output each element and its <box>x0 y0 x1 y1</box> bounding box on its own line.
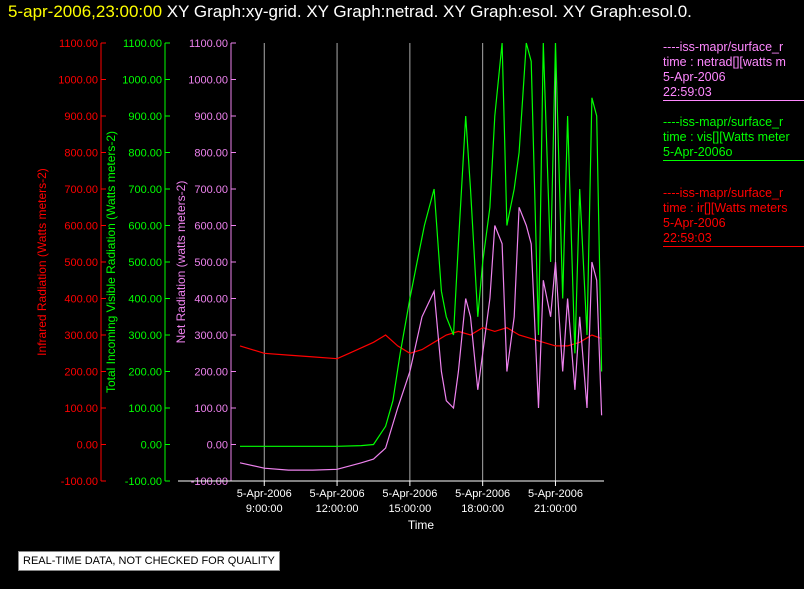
y-tick-label: 600.00 <box>64 221 98 233</box>
y-tick-label: 200.00 <box>128 367 162 379</box>
x-tick-date: 5-Apr-2006 <box>528 488 583 500</box>
y-tick-label: 900.00 <box>128 111 162 123</box>
y-tick-label: 100.00 <box>194 403 228 415</box>
legend-line: 5-Apr-2006o <box>663 145 733 159</box>
y-tick-label: 100.00 <box>128 403 162 415</box>
x-tick-time: 18:00:00 <box>461 503 504 515</box>
y-tick-label: 200.00 <box>194 367 228 379</box>
legend-line: time : ir[][Watts meters <box>663 201 788 215</box>
x-tick-time: 21:00:00 <box>534 503 577 515</box>
y-tick-label: 800.00 <box>64 148 98 160</box>
y-tick-label: 700.00 <box>64 184 98 196</box>
y-tick-label: 900.00 <box>64 111 98 123</box>
series-line-ir <box>239 327 602 360</box>
y-tick-label: 900.00 <box>194 111 228 123</box>
y-tick-label: 400.00 <box>128 294 162 306</box>
y-tick-label: 1100.00 <box>189 38 228 50</box>
legend-line: 5-Apr-2006 <box>663 216 726 230</box>
y-tick-label: 0.00 <box>141 440 162 452</box>
y-tick-label: 200.00 <box>64 367 98 379</box>
legend-entry-net: ----iss-mapr/surface_r time : netrad[][w… <box>663 40 804 101</box>
y-tick-label: 500.00 <box>64 257 98 269</box>
y-tick-label: -100.00 <box>191 476 228 488</box>
x-tick-time: 12:00:00 <box>316 503 359 515</box>
y-tick-label: 1100.00 <box>59 38 98 50</box>
x-axis: 5-Apr-2006 9:00:00 5-Apr-2006 12:00:00 5-Apr… <box>178 480 604 532</box>
y-tick-label: 600.00 <box>194 221 228 233</box>
series-lines <box>239 42 603 471</box>
y-tick-label: 400.00 <box>64 294 98 306</box>
y-tick-label: 100.00 <box>64 403 98 415</box>
y-tick-label: 300.00 <box>128 330 162 342</box>
legend-line: time : netrad[][watts m <box>663 55 786 69</box>
y-axes: -100.00 0.00 100.00 200.00 300.00 400.00 500.0… <box>35 38 236 488</box>
y-tick-label: 1000.00 <box>58 75 98 87</box>
y-axis-label: Net Radiation (watts meters-2) <box>174 181 188 344</box>
x-tick-time: 15:00:00 <box>388 503 431 515</box>
legend-entry-ir: ----iss-mapr/surface_r time : ir[][Watts… <box>663 186 804 247</box>
legend-line: time : vis[][Watts meter <box>663 130 790 144</box>
x-tick-date: 5-Apr-2006 <box>237 488 292 500</box>
y-tick-label: 300.00 <box>64 330 98 342</box>
y-tick-label: 600.00 <box>128 221 162 233</box>
y-tick-label: -100.00 <box>125 476 162 488</box>
x-axis-label: Time <box>408 518 435 532</box>
legend-line: 5-Apr-2006 <box>663 70 726 84</box>
legend-line: ----iss-mapr/surface_r <box>663 40 784 54</box>
y-tick-label: 0.00 <box>207 440 228 452</box>
y-tick-label: 800.00 <box>128 148 162 160</box>
y-tick-label: 400.00 <box>194 294 228 306</box>
series-line-vis <box>240 42 603 447</box>
x-tick-date: 5-Apr-2006 <box>455 488 510 500</box>
y-tick-label: 800.00 <box>194 148 228 160</box>
y-tick-label: 300.00 <box>194 330 228 342</box>
x-tick-date: 5-Apr-2006 <box>310 488 365 500</box>
y-tick-label: 500.00 <box>194 257 228 269</box>
y-tick-label: -100.00 <box>61 476 98 488</box>
quality-warning: REAL-TIME DATA, NOT CHECKED FOR QUALITY <box>18 551 280 571</box>
legend-line: ----iss-mapr/surface_r <box>663 115 784 129</box>
y-axis-label: Total Incoming Visible Radiation (Watts … <box>104 131 118 393</box>
x-tick-time: 9:00:00 <box>246 503 283 515</box>
y-tick-label: 700.00 <box>128 184 162 196</box>
y-tick-label: 0.00 <box>77 440 98 452</box>
series-line-net <box>239 207 603 471</box>
y-tick-label: 700.00 <box>194 184 228 196</box>
grid-lines <box>263 43 556 481</box>
legend-line: 22:59:03 <box>663 85 712 99</box>
y-tick-label: 1000.00 <box>188 75 228 87</box>
legend-line: ----iss-mapr/surface_r <box>663 186 784 200</box>
y-tick-label: 1100.00 <box>123 38 162 50</box>
x-tick-date: 5-Apr-2006 <box>382 488 437 500</box>
y-tick-label: 500.00 <box>128 257 162 269</box>
y-axis-label: Infrared Radiation (Watts meters-2) <box>35 168 49 356</box>
y-tick-label: 1000.00 <box>122 75 162 87</box>
legend-entry-vis: ----iss-mapr/surface_r time : vis[][Watt… <box>663 115 804 161</box>
legend-line: 22:59:03 <box>663 231 712 245</box>
